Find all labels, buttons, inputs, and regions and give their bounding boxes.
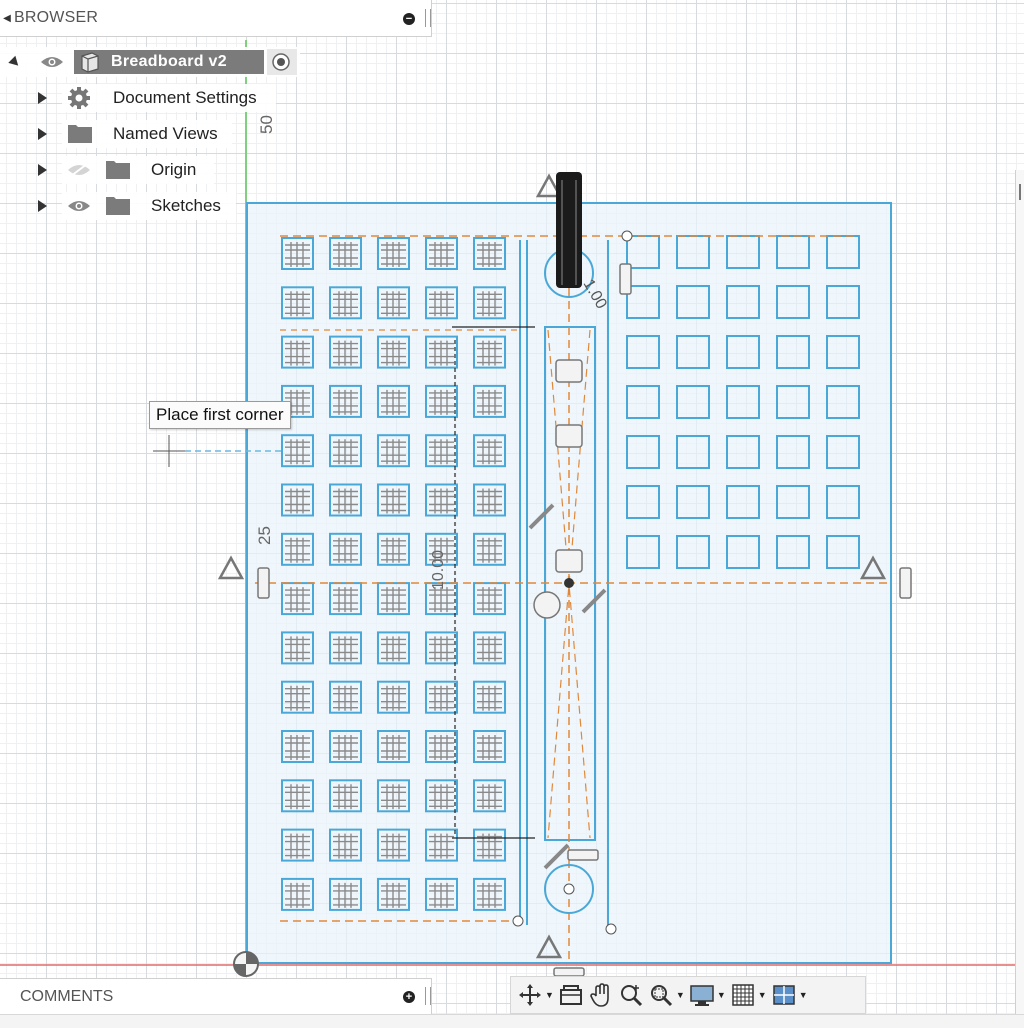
- constraint-glyph: [555, 549, 583, 573]
- sketch-point: [564, 578, 574, 588]
- eye-visibility-icon[interactable]: [40, 55, 64, 69]
- constraint-glyph: [553, 967, 585, 977]
- expand-triangle-icon[interactable]: [38, 164, 47, 176]
- status-strip: [0, 1014, 1024, 1028]
- browser-item-label: Origin: [151, 160, 197, 179]
- origin-icon: [234, 964, 246, 976]
- grid-settings-icon: [732, 984, 754, 1006]
- constraint-glyph: [533, 591, 561, 619]
- folder-icon: [106, 161, 130, 179]
- symmetry-constraint-icon: [217, 555, 245, 580]
- folder-icon: [106, 197, 130, 215]
- constraint-glyph: [257, 567, 270, 599]
- orbit-icon: [519, 984, 541, 1006]
- panel-grip-icon[interactable]: [425, 987, 431, 1005]
- right-panel-handle[interactable]: [1015, 170, 1024, 1020]
- browser-item-label: Sketches: [151, 196, 221, 215]
- eye-visibility-icon[interactable]: [67, 199, 91, 213]
- component-cube-icon: [81, 52, 99, 73]
- expand-triangle-icon[interactable]: [38, 128, 47, 140]
- browser-panel-header: ◀ BROWSER −: [0, 0, 432, 37]
- minus-circle-icon[interactable]: −: [403, 13, 415, 25]
- dimension-label[interactable]: 10.00: [430, 550, 447, 590]
- plus-circle-icon[interactable]: +: [403, 991, 415, 1003]
- constraint-glyph: [567, 849, 599, 861]
- browser-item-label: Named Views: [113, 124, 218, 143]
- browser-item-label: Document Settings: [113, 88, 257, 107]
- zoom-icon: [620, 985, 642, 1007]
- capture-position-icon: [559, 985, 582, 1005]
- sketch-point: [512, 915, 524, 927]
- collapse-panel-icon[interactable]: ◀: [0, 13, 14, 24]
- pan-icon: [590, 983, 609, 1007]
- viewports-icon: [772, 985, 795, 1005]
- pan-button[interactable]: [588, 980, 614, 1010]
- eye-hidden-icon[interactable]: [67, 163, 91, 177]
- constraint-glyph: [555, 359, 583, 383]
- tooltip: Place first corner: [149, 401, 291, 429]
- sketch-point: [563, 883, 575, 895]
- orbit-button[interactable]: ▼: [517, 980, 554, 1010]
- folder-icon: [68, 125, 92, 143]
- header-component: [556, 172, 582, 288]
- constraint-glyph: [899, 567, 912, 599]
- sketch-point: [621, 230, 633, 242]
- browser-title: BROWSER: [14, 9, 99, 26]
- activate-radio[interactable]: [267, 49, 297, 75]
- display-settings-button[interactable]: ▼: [689, 980, 726, 1010]
- sketch-canvas[interactable]: 10.00 50 25 1.00: [0, 0, 1024, 1027]
- root-component-label[interactable]: Breadboard v2: [74, 50, 264, 74]
- expand-triangle-icon[interactable]: [38, 92, 47, 104]
- constraint-glyph: [555, 424, 583, 448]
- expand-triangle-icon[interactable]: [38, 200, 47, 212]
- sketch-point: [605, 923, 617, 935]
- panel-grip-icon[interactable]: [425, 9, 431, 27]
- capture-position-button[interactable]: [558, 980, 584, 1010]
- constraint-glyph: [619, 263, 632, 295]
- fit-icon: [650, 985, 672, 1007]
- viewports-button[interactable]: ▼: [771, 980, 808, 1010]
- zoom-button[interactable]: [618, 980, 644, 1010]
- fit-button[interactable]: ▼: [648, 980, 685, 1010]
- comments-title: COMMENTS: [20, 987, 114, 1005]
- dimension-label[interactable]: 25: [255, 526, 274, 545]
- gear-icon: [68, 87, 90, 109]
- dimension-label[interactable]: 50: [257, 115, 276, 134]
- display-settings-icon: [690, 985, 714, 1006]
- comments-panel: COMMENTS +: [0, 978, 432, 1014]
- navigation-toolbar: ▼ ▼ ▼ ▼ ▼: [510, 976, 866, 1014]
- grid-settings-button[interactable]: ▼: [730, 980, 767, 1010]
